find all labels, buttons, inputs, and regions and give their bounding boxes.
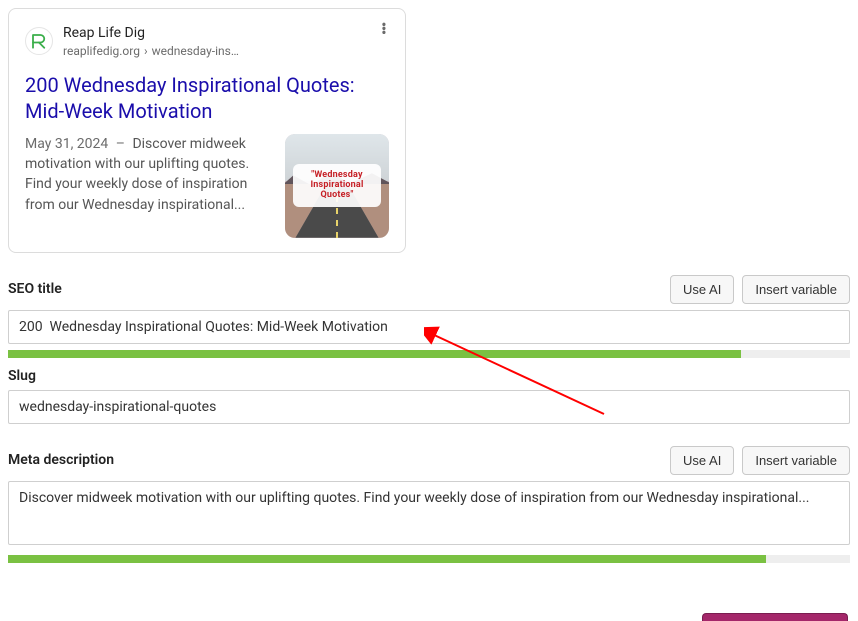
slug-field: Slug: [8, 368, 850, 424]
preview-date: May 31, 2024: [25, 136, 108, 152]
meta-insert-variable-button[interactable]: Insert variable: [742, 446, 850, 475]
meta-description-input[interactable]: [8, 481, 850, 545]
preview-domain: reaplifedig.org: [63, 44, 140, 58]
preview-url: reaplifedig.org›wednesday-ins…: [63, 44, 389, 58]
seo-title-insert-variable-button[interactable]: Insert variable: [742, 275, 850, 304]
primary-cta-stub[interactable]: [702, 613, 848, 621]
seo-title-progress: [8, 350, 850, 358]
meta-description-progress: [8, 555, 850, 563]
seo-title-input[interactable]: [8, 310, 850, 344]
serp-preview-card: Reap Life Dig reaplifedig.org›wednesday-…: [8, 8, 406, 253]
thumbnail-caption: "Wednesday Inspirational Quotes": [293, 164, 381, 207]
preview-snippet: May 31, 2024 – Discover midweek motivati…: [25, 134, 271, 238]
meta-use-ai-button[interactable]: Use AI: [670, 446, 734, 475]
preview-thumbnail: "Wednesday Inspirational Quotes": [285, 134, 389, 238]
seo-title-field: SEO title Use AI Insert variable: [8, 275, 850, 358]
preview-title-link[interactable]: 200 Wednesday Inspirational Quotes: Mid-…: [25, 72, 389, 124]
preview-header: Reap Life Dig reaplifedig.org›wednesday-…: [25, 25, 389, 58]
kebab-menu-icon[interactable]: •••: [375, 23, 393, 35]
seo-title-label: SEO title: [8, 281, 62, 297]
seo-title-use-ai-button[interactable]: Use AI: [670, 275, 734, 304]
slug-input[interactable]: [8, 390, 850, 424]
slug-label: Slug: [8, 368, 36, 384]
meta-description-field: Meta description Use AI Insert variable: [8, 446, 850, 563]
meta-description-label: Meta description: [8, 452, 114, 468]
preview-site-name: Reap Life Dig: [63, 25, 389, 42]
preview-path: wednesday-ins…: [152, 44, 239, 58]
site-favicon: [25, 27, 53, 55]
